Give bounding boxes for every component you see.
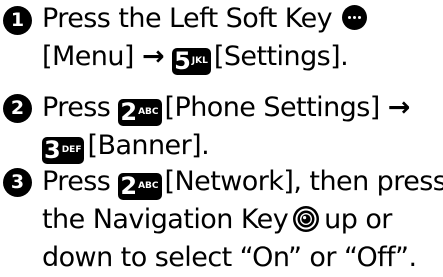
key-digit: 5 — [174, 48, 191, 75]
step-line-text: Press — [42, 166, 110, 197]
step-line-text: [Phone Settings] — [165, 92, 380, 123]
step-line-text: up or — [324, 204, 392, 235]
step-line-text: [Settings]. — [214, 41, 348, 72]
step-line: Press 2ABC[Phone Settings] → — [42, 89, 442, 127]
right-arrow-icon: → — [388, 92, 410, 123]
step-text: Press 2ABC[Phone Settings] → 3DEF[Banner… — [42, 89, 442, 165]
key-2-icon: 2ABC — [118, 99, 161, 126]
key-letters: JKL — [192, 48, 208, 75]
step-line: Press 2ABC[Network], then press — [42, 163, 442, 201]
key-3-icon: 3DEF — [42, 137, 84, 164]
step-line: [Menu] → 5JKL[Settings]. — [42, 38, 442, 76]
step-line-text: Press — [42, 92, 110, 123]
step-line: Press the Left Soft Key — [42, 0, 442, 38]
step-line-text: [Network], then press — [165, 166, 443, 197]
key-digit: 2 — [120, 99, 137, 126]
step-line: 3DEF[Banner]. — [42, 127, 442, 165]
step-text: Press the Left Soft Key [Menu] → 5JKL[Se… — [42, 0, 442, 76]
step-line: the Navigation Key up or — [42, 201, 442, 239]
step-line-text: [Menu] — [42, 41, 134, 72]
key-2-icon: 2ABC — [118, 173, 161, 200]
right-arrow-icon: → — [142, 41, 164, 72]
step-number-badge: 2 — [3, 94, 32, 123]
step-line-text: the Navigation Key — [42, 204, 288, 235]
key-5-icon: 5JKL — [172, 48, 211, 75]
step-number-badge: 1 — [3, 6, 32, 35]
key-digit: 3 — [44, 137, 61, 164]
step-line-text: [Banner]. — [87, 130, 209, 161]
navigation-key-icon — [292, 205, 320, 233]
key-letters: DEF — [62, 137, 82, 164]
step-number-badge: 3 — [3, 168, 32, 197]
step-line: down to select “On” or “Off”. — [42, 239, 442, 277]
step-text: Press 2ABC[Network], then press the Navi… — [42, 163, 442, 277]
key-letters: ABC — [138, 173, 158, 200]
step-line-text: down to select “On” or “Off”. — [42, 242, 417, 273]
key-digit: 2 — [120, 173, 137, 200]
instruction-steps: 1 Press the Left Soft Key [Menu] → 5JKL[… — [0, 0, 443, 275]
left-soft-key-icon — [342, 5, 367, 30]
step-line-text: Press the Left Soft Key — [42, 3, 332, 34]
key-letters: ABC — [138, 99, 158, 126]
